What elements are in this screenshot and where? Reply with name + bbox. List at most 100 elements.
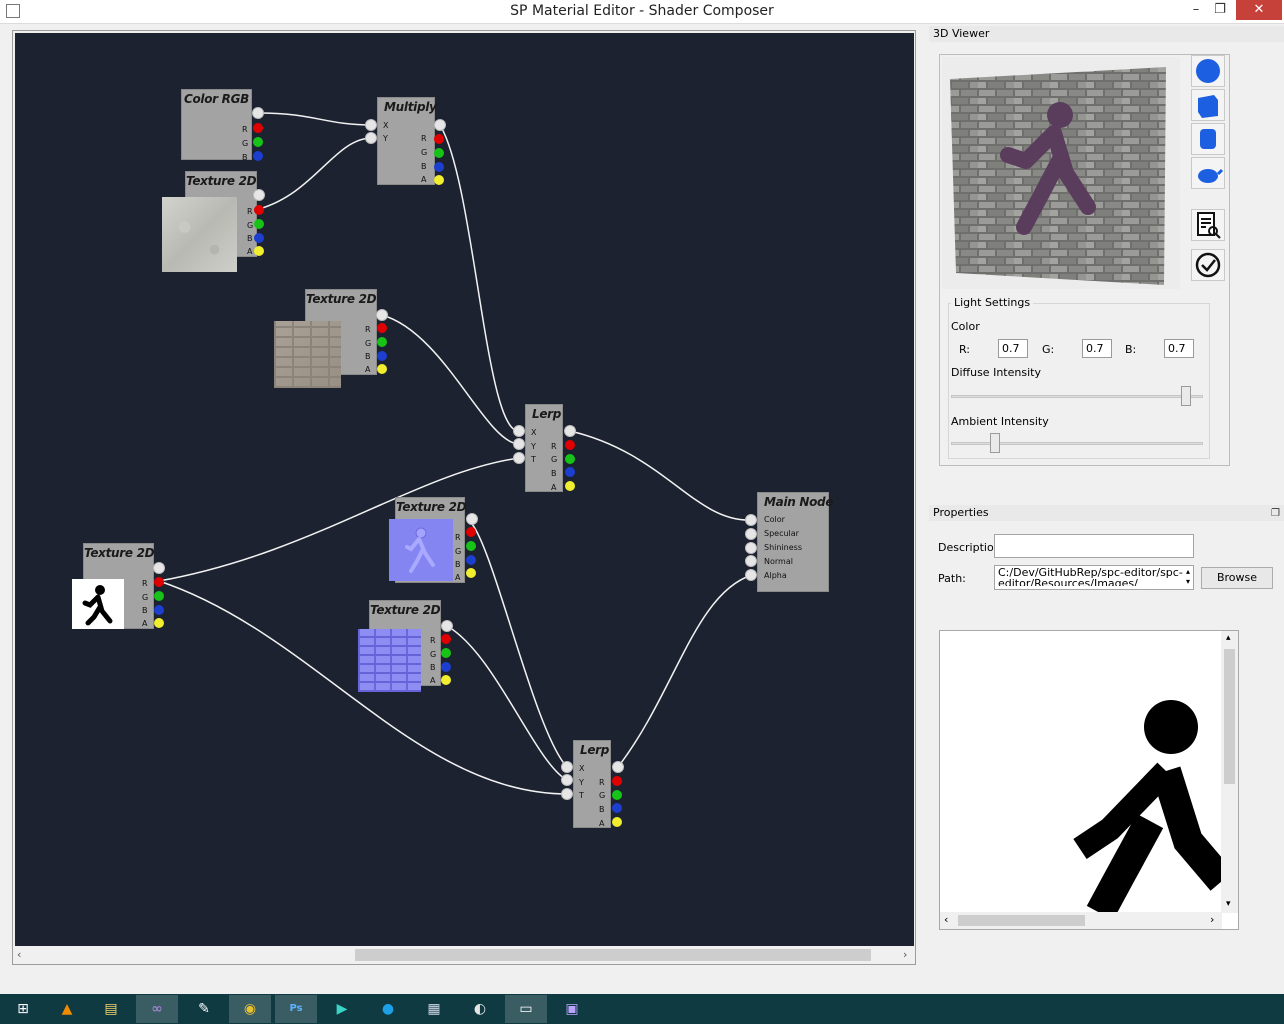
validate-shader-button[interactable] bbox=[1191, 249, 1225, 281]
port-g[interactable] bbox=[254, 219, 264, 229]
scroll-down-arrow-icon[interactable]: ▾ bbox=[1226, 899, 1231, 909]
image-horizontal-scrollbar[interactable]: ‹ › bbox=[940, 912, 1222, 929]
output-port[interactable] bbox=[466, 513, 478, 525]
port-a[interactable] bbox=[612, 817, 622, 827]
port-a[interactable] bbox=[254, 246, 264, 256]
port-g[interactable] bbox=[565, 454, 575, 464]
port-g[interactable] bbox=[612, 790, 622, 800]
azure-icon[interactable]: ▶ bbox=[321, 995, 363, 1023]
input-port-normal[interactable] bbox=[745, 555, 757, 567]
float-panel-icon[interactable]: ❐ bbox=[1271, 506, 1280, 522]
node-graph-canvas[interactable]: Color RGB R G B Texture 2D R G B A Multi… bbox=[15, 33, 914, 947]
ambient-intensity-slider[interactable] bbox=[989, 433, 1000, 453]
output-port[interactable] bbox=[376, 309, 388, 321]
3d-preview-viewport[interactable] bbox=[942, 57, 1180, 289]
port-r[interactable] bbox=[466, 527, 476, 537]
port-g[interactable] bbox=[441, 648, 451, 658]
input-port-x[interactable] bbox=[561, 761, 573, 773]
minimize-button[interactable]: – bbox=[1183, 0, 1209, 20]
cylinder-mesh-button[interactable] bbox=[1191, 123, 1225, 155]
input-port-t[interactable] bbox=[561, 788, 573, 800]
description-input[interactable] bbox=[994, 534, 1194, 558]
teapot-mesh-button[interactable] bbox=[1191, 157, 1225, 189]
calculator-icon[interactable]: ▦ bbox=[413, 995, 455, 1023]
node-main[interactable]: Main Node Color Specular Shininess Norma… bbox=[757, 492, 834, 592]
sphere-mesh-button[interactable] bbox=[1191, 55, 1225, 87]
port-a[interactable] bbox=[434, 175, 444, 185]
output-port[interactable] bbox=[252, 107, 264, 119]
chrome-icon[interactable]: ◉ bbox=[229, 995, 271, 1023]
port-r[interactable] bbox=[434, 134, 444, 144]
output-port[interactable] bbox=[153, 562, 165, 574]
port-r[interactable] bbox=[154, 577, 164, 587]
output-port[interactable] bbox=[434, 119, 446, 131]
port-r[interactable] bbox=[565, 440, 575, 450]
port-b[interactable] bbox=[612, 803, 622, 813]
scroll-right-arrow-icon[interactable]: › bbox=[1210, 913, 1214, 926]
port-b[interactable] bbox=[253, 151, 263, 161]
input-port-y[interactable] bbox=[513, 438, 525, 450]
port-a[interactable] bbox=[466, 568, 476, 578]
port-g[interactable] bbox=[154, 591, 164, 601]
light-g-field[interactable]: 0.7 bbox=[1082, 339, 1112, 358]
paint-icon[interactable]: ◐ bbox=[459, 995, 501, 1023]
port-b[interactable] bbox=[441, 662, 451, 672]
port-b[interactable] bbox=[466, 555, 476, 565]
node-color-rgb[interactable]: Color RGB R G B bbox=[181, 89, 252, 162]
file-explorer-icon[interactable]: ▤ bbox=[90, 995, 132, 1023]
port-b[interactable] bbox=[154, 605, 164, 615]
node-lerp[interactable]: Lerp X Y T R G B A bbox=[525, 404, 563, 492]
port-r[interactable] bbox=[377, 323, 387, 333]
port-g[interactable] bbox=[466, 541, 476, 551]
scroll-left-arrow-icon[interactable]: ‹ bbox=[17, 948, 21, 961]
media-icon[interactable]: ▣ bbox=[551, 995, 593, 1023]
windows-start-icon[interactable]: ⊞ bbox=[2, 995, 44, 1023]
port-r[interactable] bbox=[612, 776, 622, 786]
node-multiply[interactable]: Multiply X Y R G B A bbox=[377, 97, 437, 185]
port-r[interactable] bbox=[254, 205, 264, 215]
port-a[interactable] bbox=[441, 675, 451, 685]
path-input[interactable]: C:/Dev/GitHubRep/spc-editor/spc- editor/… bbox=[994, 565, 1194, 590]
scrollbar-thumb[interactable] bbox=[1224, 649, 1235, 784]
diffuse-intensity-track[interactable] bbox=[951, 395, 1203, 398]
input-port-x[interactable] bbox=[365, 119, 377, 131]
output-port[interactable] bbox=[612, 761, 624, 773]
port-b[interactable] bbox=[565, 467, 575, 477]
scroll-left-arrow-icon[interactable]: ‹ bbox=[944, 913, 948, 926]
port-b[interactable] bbox=[377, 351, 387, 361]
port-r[interactable] bbox=[253, 123, 263, 133]
skype-icon[interactable]: ● bbox=[367, 995, 409, 1023]
port-g[interactable] bbox=[434, 148, 444, 158]
scrollbar-thumb[interactable] bbox=[958, 915, 1085, 926]
node-lerp[interactable]: Lerp X Y T R G B A bbox=[573, 740, 611, 828]
canvas-horizontal-scrollbar[interactable]: ‹ › bbox=[13, 946, 915, 964]
port-a[interactable] bbox=[154, 618, 164, 628]
path-spinner-icon[interactable]: ▴ ▾ bbox=[1186, 567, 1190, 587]
input-port-x[interactable] bbox=[513, 425, 525, 437]
cube-mesh-button[interactable] bbox=[1191, 89, 1225, 121]
scroll-right-arrow-icon[interactable]: › bbox=[903, 948, 907, 961]
input-port-y[interactable] bbox=[365, 132, 377, 144]
output-port[interactable] bbox=[441, 620, 453, 632]
notepad-icon[interactable]: ✎ bbox=[183, 995, 225, 1023]
input-port-alpha[interactable] bbox=[745, 569, 757, 581]
input-port-t[interactable] bbox=[513, 452, 525, 464]
output-port[interactable] bbox=[253, 189, 265, 201]
port-r[interactable] bbox=[441, 634, 451, 644]
output-port[interactable] bbox=[564, 425, 576, 437]
port-b[interactable] bbox=[434, 162, 444, 172]
input-port-y[interactable] bbox=[561, 774, 573, 786]
close-button[interactable]: ✕ bbox=[1236, 0, 1282, 20]
inspect-shader-button[interactable] bbox=[1191, 209, 1225, 241]
vlc-icon[interactable]: ▲ bbox=[46, 995, 88, 1023]
scrollbar-thumb[interactable] bbox=[355, 949, 871, 961]
light-b-field[interactable]: 0.7 bbox=[1164, 339, 1194, 358]
input-port-shininess[interactable] bbox=[745, 542, 757, 554]
port-g[interactable] bbox=[377, 337, 387, 347]
input-port-color[interactable] bbox=[745, 514, 757, 526]
port-a[interactable] bbox=[377, 364, 387, 374]
image-vertical-scrollbar[interactable]: ▴ ▾ bbox=[1221, 631, 1238, 913]
shader-composer-icon[interactable]: ▭ bbox=[505, 995, 547, 1023]
maximize-button[interactable]: ❐ bbox=[1207, 0, 1233, 20]
visual-studio-icon[interactable]: ∞ bbox=[136, 995, 178, 1023]
